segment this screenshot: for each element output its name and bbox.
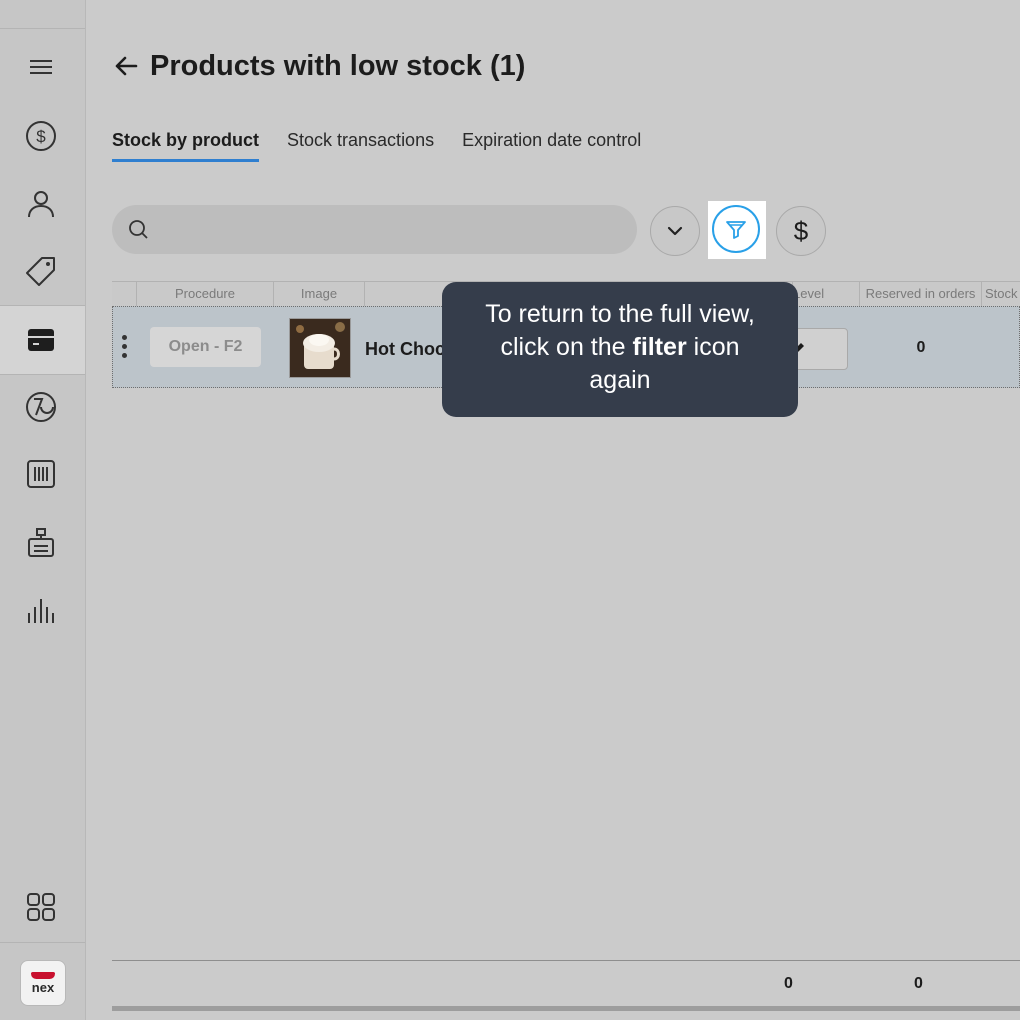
- product-name: Hot Choc: [365, 339, 445, 359]
- tab-bar: Stock by product Stock transactions Expi…: [112, 130, 669, 162]
- logo-text: nex: [31, 980, 55, 995]
- sidebar-divider: [0, 942, 85, 943]
- register-icon[interactable]: [21, 523, 61, 563]
- tooltip: To return to the full view, click on the…: [442, 282, 798, 417]
- filter-button[interactable]: [712, 205, 760, 253]
- procedure-button[interactable]: Open - F2: [150, 327, 261, 367]
- sidebar-divider: [0, 28, 85, 29]
- column-header-image[interactable]: Image: [273, 282, 364, 306]
- chart-pie-icon[interactable]: [21, 387, 61, 427]
- barcode-icon[interactable]: [21, 454, 61, 494]
- reserved-value: 0: [916, 339, 926, 356]
- tab-expiration-date-control[interactable]: Expiration date control: [462, 130, 641, 162]
- dollar-sign: $: [793, 215, 809, 246]
- row-menu-icon[interactable]: [121, 335, 129, 361]
- sidebar: $ nex: [0, 0, 86, 1020]
- svg-text:$: $: [36, 127, 46, 146]
- total-reserved: 0: [914, 975, 923, 992]
- totals-divider: [112, 960, 1020, 961]
- apps-icon[interactable]: [21, 887, 61, 927]
- search-bar: [112, 205, 637, 254]
- search-input[interactable]: [158, 219, 602, 240]
- tooltip-filter-word: filter: [632, 333, 687, 361]
- back-arrow-icon[interactable]: [112, 52, 140, 80]
- tooltip-line-1: To return to the full view,: [485, 300, 755, 328]
- person-icon[interactable]: [21, 184, 61, 224]
- horizontal-scrollbar[interactable]: [112, 1006, 1020, 1011]
- chevron-down-icon: [667, 226, 683, 236]
- expand-button[interactable]: [650, 206, 700, 256]
- menu-icon[interactable]: [21, 47, 61, 87]
- tab-stock-transactions[interactable]: Stock transactions: [287, 130, 434, 162]
- logo-mark: [31, 972, 55, 979]
- nex-logo[interactable]: nex: [20, 960, 66, 1006]
- dollar-icon[interactable]: $: [21, 116, 61, 156]
- bar-chart-icon[interactable]: [21, 590, 61, 630]
- tab-stock-by-product[interactable]: Stock by product: [112, 130, 260, 162]
- tag-icon[interactable]: [21, 251, 61, 291]
- filter-icon: [726, 221, 746, 239]
- tooltip-line-2: click on the filter icon: [500, 333, 740, 361]
- column-header-level[interactable]: Level: [792, 282, 859, 306]
- column-header-reserved[interactable]: Reserved in orders: [859, 282, 981, 306]
- product-image: [289, 318, 351, 378]
- page-title: Products with low stock (1): [150, 49, 526, 82]
- page-header: Products with low stock (1): [112, 46, 525, 86]
- currency-button[interactable]: $: [776, 206, 826, 256]
- box-icon[interactable]: [21, 320, 61, 360]
- column-header-procedure[interactable]: Procedure: [136, 282, 273, 306]
- search-icon: [129, 219, 148, 239]
- column-header-stock[interactable]: Stock: [981, 282, 1020, 306]
- tooltip-line-3: again: [589, 366, 651, 394]
- total-level: 0: [784, 975, 793, 992]
